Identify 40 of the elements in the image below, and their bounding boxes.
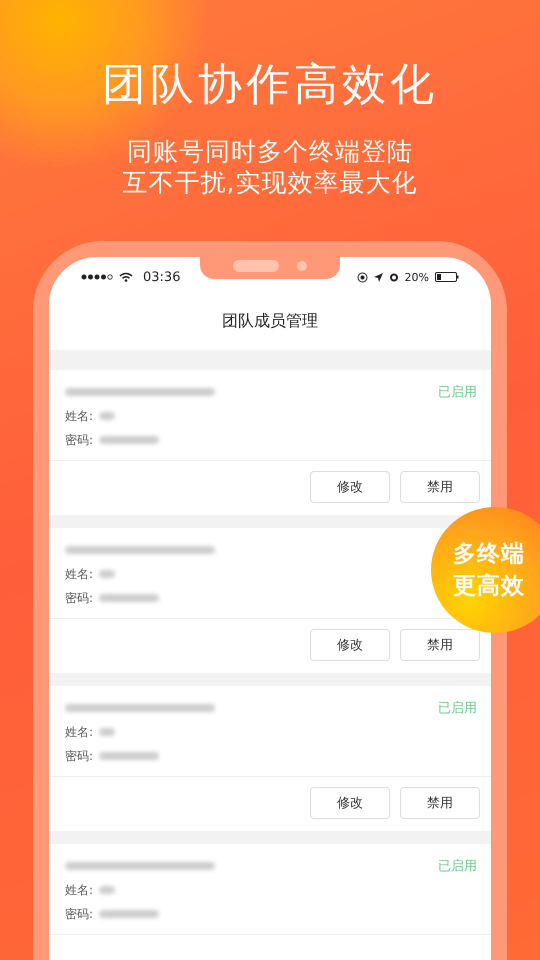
disable-button[interactable]: 禁用 xyxy=(400,629,480,661)
battery-icon xyxy=(435,272,459,282)
rotation-lock-icon xyxy=(356,272,368,282)
status-time: 03:36 xyxy=(143,270,180,284)
password-label: 密码: xyxy=(65,748,94,764)
edit-button[interactable]: 修改 xyxy=(310,629,390,661)
edit-button[interactable]: 修改 xyxy=(310,787,390,819)
redacted-text xyxy=(99,886,116,894)
redacted-text xyxy=(99,412,116,420)
redacted-text xyxy=(99,436,160,444)
redacted-text xyxy=(99,910,160,918)
redacted-text xyxy=(99,752,160,760)
wifi-icon xyxy=(119,272,133,282)
password-label: 密码: xyxy=(65,432,94,448)
redacted-text xyxy=(99,570,116,578)
name-label: 姓名: xyxy=(65,566,94,582)
name-label: 姓名: xyxy=(65,882,94,898)
badge-text: 更高效 xyxy=(453,572,526,601)
signal-icon xyxy=(81,274,113,280)
disable-button[interactable]: 禁用 xyxy=(400,471,480,503)
screen-title: 团队成员管理 xyxy=(49,293,491,350)
edit-button[interactable]: 修改 xyxy=(310,471,390,503)
battery-percent: 20% xyxy=(404,270,429,284)
speaker-icon xyxy=(233,260,279,272)
subtitle: 互不干扰,实现效率最大化 xyxy=(122,167,418,198)
camera-icon xyxy=(297,261,307,271)
disable-button[interactable]: 禁用 xyxy=(400,787,480,819)
name-label: 姓名: xyxy=(65,724,94,740)
password-label: 密码: xyxy=(65,590,94,606)
status-label: 已启用 xyxy=(438,700,477,717)
subtitle: 同账号同时多个终端登陆 xyxy=(127,136,413,167)
location-icon xyxy=(374,272,383,282)
status-label: 已启用 xyxy=(438,858,477,875)
password-label: 密码: xyxy=(65,906,94,922)
redacted-text xyxy=(99,728,116,736)
badge-text: 多终端 xyxy=(453,540,526,569)
name-label: 姓名: xyxy=(65,408,94,424)
status-label: 已启用 xyxy=(438,384,477,401)
headline: 团队协作高效化 xyxy=(102,58,438,112)
redacted-text xyxy=(99,594,160,602)
